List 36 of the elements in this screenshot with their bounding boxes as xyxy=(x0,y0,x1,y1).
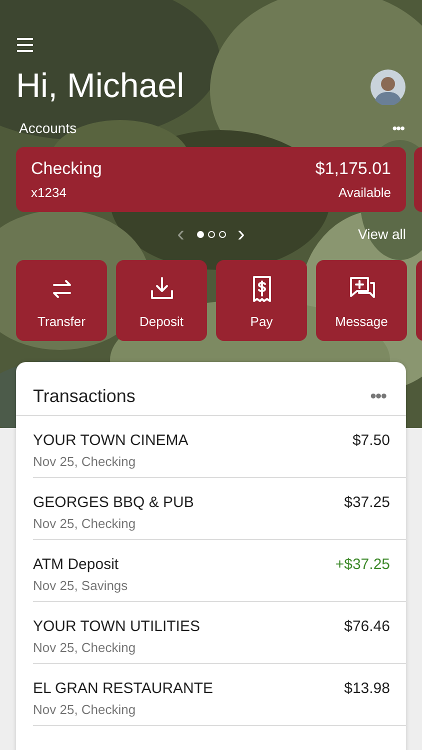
page-dot[interactable] xyxy=(208,230,214,238)
transaction-amount: $7.50 xyxy=(352,432,390,449)
transaction-amount: $76.46 xyxy=(344,618,390,635)
previous-button[interactable]: ‹ xyxy=(177,224,184,244)
card-title: Transactions xyxy=(33,386,136,406)
view-all-link[interactable]: View all xyxy=(358,226,406,242)
balance-label: Available xyxy=(337,185,391,200)
greeting: Hi, Michael xyxy=(16,67,184,106)
payee-name: YOUR TOWN CINEMA xyxy=(33,432,188,449)
transaction-detail: Nov 25, Checking xyxy=(33,454,137,469)
transaction-detail: Nov 25, Checking xyxy=(33,640,137,655)
transfer-button[interactable]: Transfer xyxy=(16,260,107,341)
page-dot[interactable] xyxy=(218,230,226,238)
account-name: Checking xyxy=(31,159,102,179)
account-number: x1234 xyxy=(31,185,68,200)
menu-icon[interactable] xyxy=(16,37,34,53)
transaction-detail: Nov 25, Checking xyxy=(33,516,137,531)
section-title: Accounts xyxy=(19,120,77,136)
more-button[interactable]: ••• xyxy=(370,386,386,406)
payee-name: YOUR TOWN UTILITIES xyxy=(33,618,200,635)
deposit-button[interactable]: Deposit xyxy=(116,260,207,341)
next-button[interactable]: › xyxy=(238,224,245,244)
payee-name: ATM Deposit xyxy=(33,556,120,573)
transaction-amount: $37.25 xyxy=(344,494,390,511)
payee-name: GEORGES BBQ & PUB xyxy=(33,494,194,511)
message-button[interactable]: Message xyxy=(316,260,407,341)
avatar-icon[interactable] xyxy=(370,68,406,104)
account-card[interactable]: Checking x1234 $1,175.01 Available xyxy=(16,147,406,212)
more-button[interactable]: ••• xyxy=(392,120,404,136)
transaction-detail: Nov 25, Checking xyxy=(33,702,137,717)
account-balance: $1,175.01 xyxy=(315,159,391,179)
transaction-amount: $13.98 xyxy=(344,680,390,697)
transaction-detail: Nov 25, Savings xyxy=(33,578,128,593)
transaction-amount: +$37.25 xyxy=(335,556,390,573)
payee-name: EL GRAN RESTAURANTE xyxy=(33,680,214,697)
pay-button[interactable]: Pay xyxy=(216,260,307,341)
